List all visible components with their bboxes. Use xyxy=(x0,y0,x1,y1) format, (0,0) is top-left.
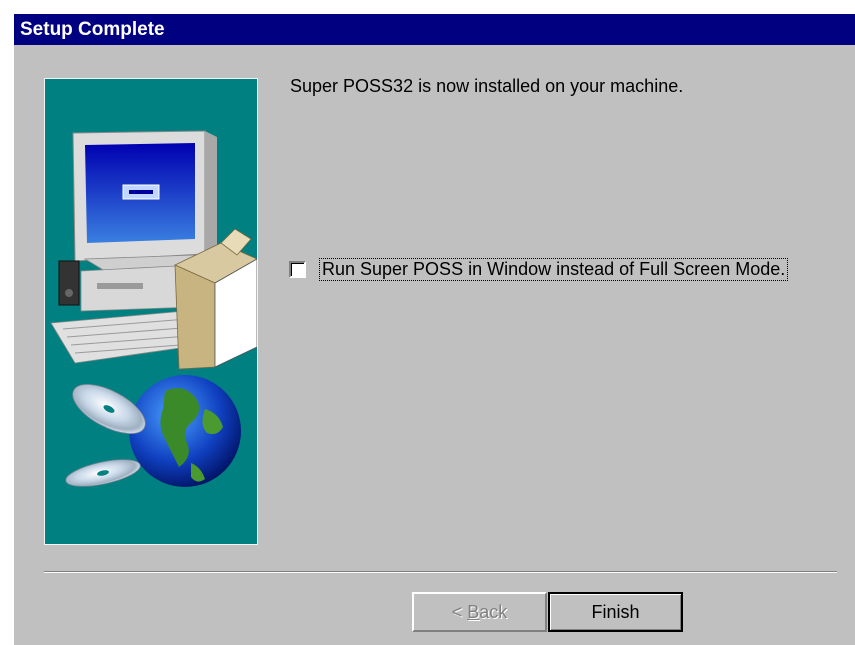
run-in-window-label[interactable]: Run Super POSS in Window instead of Full… xyxy=(318,257,789,281)
title-bar: Setup Complete xyxy=(14,14,855,45)
back-rest: ack xyxy=(479,602,508,622)
setup-illustration xyxy=(44,78,258,545)
button-separator xyxy=(44,571,837,573)
run-in-window-checkbox[interactable] xyxy=(289,260,306,278)
finish-button[interactable]: Finish xyxy=(548,592,683,632)
install-complete-message: Super POSS32 is now installed on your ma… xyxy=(290,76,684,96)
run-in-window-option[interactable]: Run Super POSS in Window instead of Full… xyxy=(289,256,789,282)
back-accelerator: B xyxy=(467,602,480,622)
illustration-graphic xyxy=(50,130,257,487)
back-prefix: < xyxy=(451,602,468,622)
setup-dialog: Setup Complete Super POSS32 is now insta… xyxy=(12,12,855,645)
globe-icon xyxy=(129,375,241,487)
dialog-title: Setup Complete xyxy=(20,19,165,40)
back-button[interactable]: < Back xyxy=(412,592,547,632)
